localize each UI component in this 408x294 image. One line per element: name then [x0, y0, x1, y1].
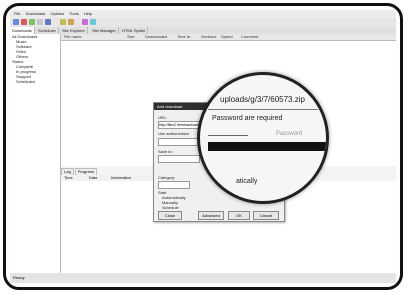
- menu-help[interactable]: Help: [84, 11, 92, 16]
- monitor-frame: File Downloads Options Tools Help Downlo…: [3, 3, 403, 290]
- magnified-auth-required: Password are required: [212, 115, 283, 122]
- tab-downloads[interactable]: Downloads: [10, 27, 35, 34]
- tab-site-explorer[interactable]: Site Explorer: [60, 27, 88, 34]
- folder-icon[interactable]: [68, 19, 74, 25]
- column-time-left[interactable]: Time le...: [177, 34, 193, 40]
- app-window: File Downloads Options Tools Help Downlo…: [10, 10, 396, 283]
- download-list-header: File name Size Downloaded Time le... Sec…: [61, 34, 396, 41]
- url-label: URL:: [158, 115, 168, 120]
- add-icon[interactable]: [13, 19, 19, 25]
- save-to-label: Save to:: [158, 149, 173, 154]
- options-icon[interactable]: [82, 19, 88, 25]
- magnifier-lens: uploads/g/3/7/60573.zip Password are req…: [197, 72, 329, 204]
- tab-bar: Downloads Scheduler Site Explorer Site M…: [10, 27, 396, 34]
- start-schedule-radio[interactable]: Schedule: [162, 205, 179, 210]
- column-comment[interactable]: Comment: [241, 34, 258, 40]
- start-icon[interactable]: [29, 19, 35, 25]
- auth-checkbox[interactable]: Use authorization: [158, 131, 189, 136]
- pause-icon[interactable]: [45, 19, 51, 25]
- magnified-login-field: [208, 135, 248, 136]
- column-speed[interactable]: Speed: [221, 34, 233, 40]
- advanced-button[interactable]: Advanced: [198, 211, 224, 220]
- schedule-icon[interactable]: [60, 19, 66, 25]
- magnified-password-label: Password: [276, 131, 303, 137]
- menu-bar: File Downloads Options Tools Help: [10, 10, 396, 18]
- menu-options[interactable]: Options: [51, 11, 65, 16]
- menu-downloads[interactable]: Downloads: [26, 11, 46, 16]
- tab-html-spider[interactable]: HTML Spider: [120, 27, 149, 34]
- column-file-name[interactable]: File name: [64, 34, 82, 40]
- magnified-divider: [208, 109, 318, 110]
- bottom-tab-bar: Log Progress: [61, 168, 151, 176]
- menu-file[interactable]: File: [14, 11, 20, 16]
- save-path-input[interactable]: [158, 155, 200, 163]
- column-downloaded[interactable]: Downloaded: [145, 34, 167, 40]
- cancel-button[interactable]: Cancel: [253, 211, 279, 220]
- close-button[interactable]: Close: [158, 211, 182, 220]
- tree-item-scheduled[interactable]: Scheduled: [10, 79, 60, 84]
- delete-icon[interactable]: [21, 19, 27, 25]
- column-size[interactable]: Size: [127, 34, 135, 40]
- menu-tools[interactable]: Tools: [69, 11, 78, 16]
- toolbar: [10, 18, 396, 27]
- tab-scheduler[interactable]: Scheduler: [36, 27, 60, 34]
- category-select[interactable]: [158, 181, 190, 189]
- ok-button[interactable]: OK: [228, 211, 250, 220]
- info-icon[interactable]: [90, 19, 96, 25]
- stop-icon[interactable]: [37, 19, 43, 25]
- category-tree: All Downloads Music Software Video Other…: [10, 34, 61, 273]
- magnified-password-field: [208, 142, 326, 151]
- category-label: Category:: [158, 175, 176, 180]
- magnified-automatically: atically: [236, 178, 258, 185]
- tab-site-manager[interactable]: Site Manager: [90, 27, 119, 34]
- column-sections[interactable]: Sections: [201, 34, 216, 40]
- status-bar: Ready: [10, 273, 396, 283]
- magnified-url: uploads/g/3/7/60573.zip: [220, 95, 305, 104]
